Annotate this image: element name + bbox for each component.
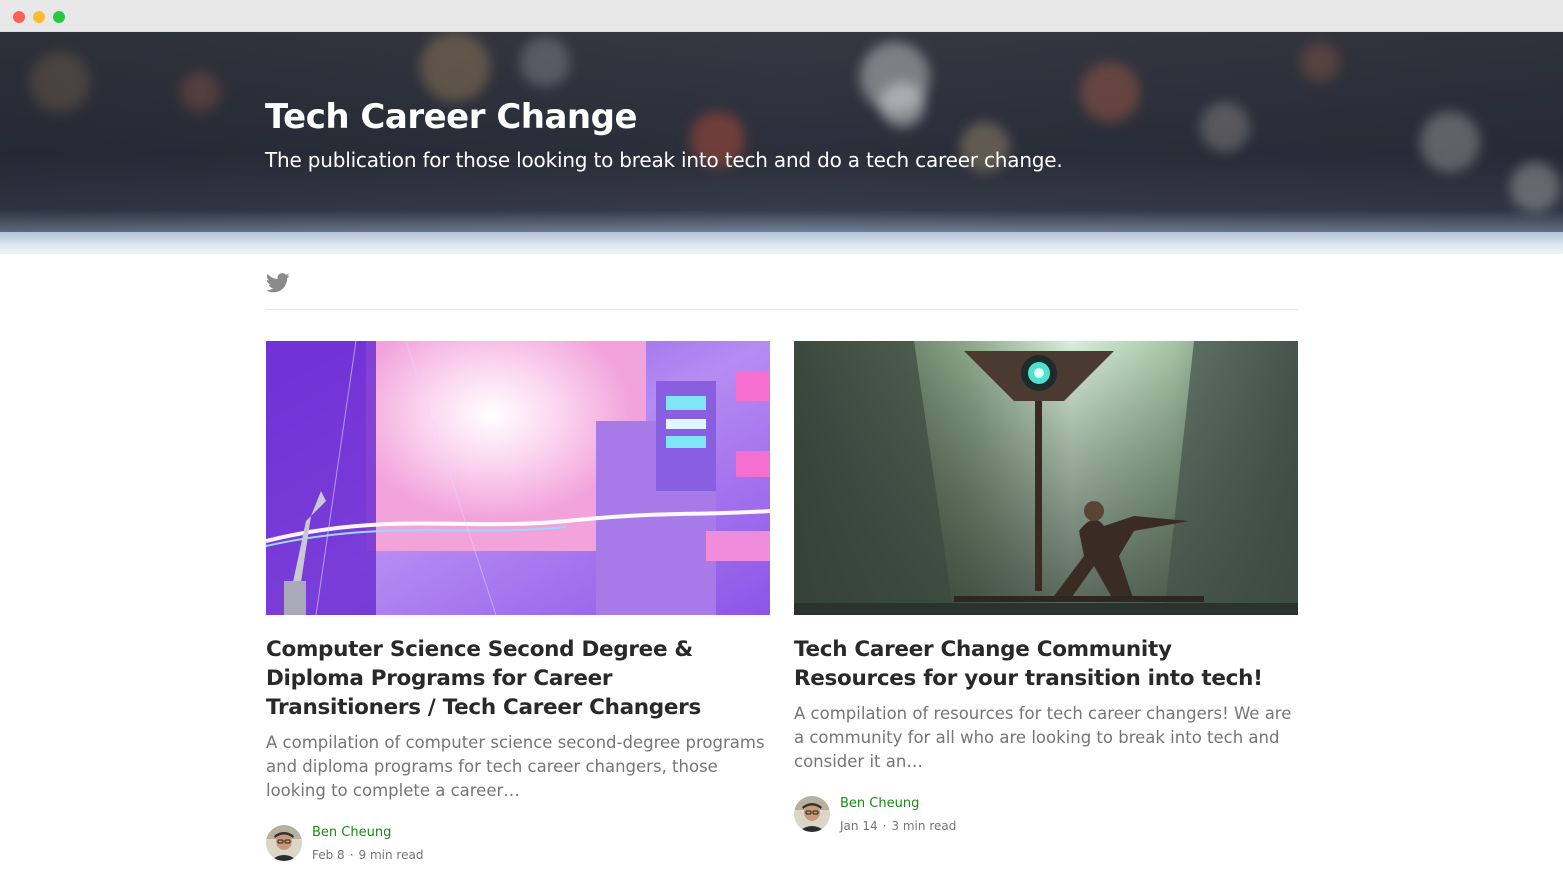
post-thumbnail[interactable] (794, 341, 1298, 615)
post-meta: Ben Cheung Jan 14 · 3 min read (794, 796, 1298, 834)
post-thumbnail[interactable] (266, 341, 770, 615)
avatar[interactable] (794, 796, 830, 832)
window-titlebar (0, 0, 1563, 32)
post-card[interactable]: Computer Science Second Degree & Diploma… (266, 341, 770, 863)
minimize-window-button[interactable] (33, 11, 45, 23)
avatar[interactable] (266, 825, 302, 861)
post-date-readtime: Jan 14 · 3 min read (840, 819, 957, 833)
post-date: Feb 8 (312, 848, 345, 862)
read-time: 3 min read (891, 819, 957, 833)
post-title[interactable]: Computer Science Second Degree & Diploma… (266, 635, 770, 722)
publication-tagline: The publication for those looking to bre… (265, 148, 1063, 172)
header-divider (266, 309, 1298, 310)
maximize-window-button[interactable] (53, 11, 65, 23)
publication-title: Tech Career Change (265, 97, 638, 137)
author-name[interactable]: Ben Cheung (840, 796, 919, 811)
post-card[interactable]: Tech Career Change Community Resources f… (794, 341, 1298, 834)
publication-header: Tech Career Change The publication for t… (0, 32, 1563, 254)
read-time: 9 min read (358, 848, 424, 862)
twitter-icon[interactable] (266, 272, 290, 294)
post-date: Jan 14 (840, 819, 878, 833)
post-excerpt[interactable]: A compilation of resources for tech care… (794, 702, 1298, 774)
post-date-readtime: Feb 8 · 9 min read (312, 848, 424, 862)
close-window-button[interactable] (13, 11, 25, 23)
author-name[interactable]: Ben Cheung (312, 825, 391, 840)
post-excerpt[interactable]: A compilation of computer science second… (266, 731, 770, 803)
post-meta: Ben Cheung Feb 8 · 9 min read (266, 825, 770, 863)
post-title[interactable]: Tech Career Change Community Resources f… (794, 635, 1298, 693)
